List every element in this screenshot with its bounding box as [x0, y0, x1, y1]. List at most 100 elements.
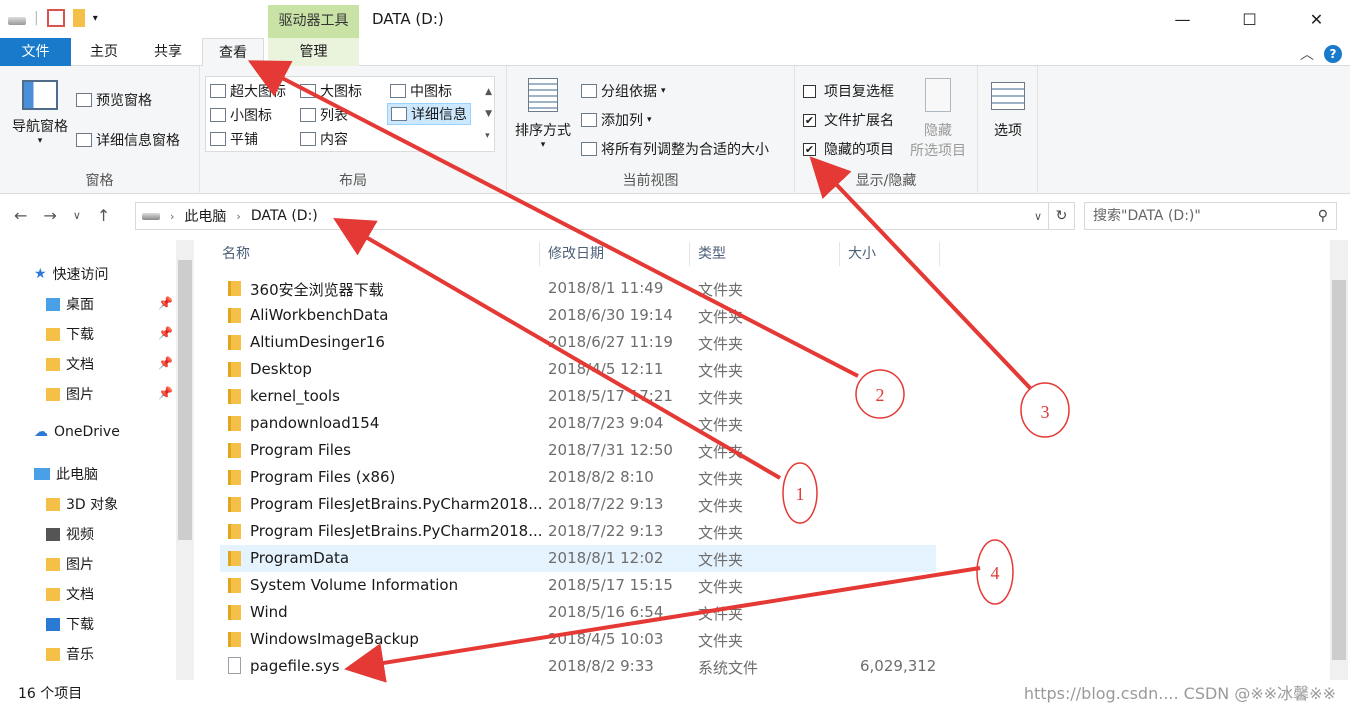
- table-row[interactable]: kernel_tools 2018/5/17 17:21 文件夹: [220, 383, 936, 410]
- pin-icon[interactable]: 📌: [158, 356, 173, 370]
- layout-content[interactable]: 内容: [300, 129, 348, 149]
- file-type: 文件夹: [698, 632, 744, 650]
- folder-icon: [228, 308, 241, 323]
- nav-pane-scrollbar[interactable]: [176, 240, 194, 680]
- file-list-scroll-thumb[interactable]: [1332, 280, 1346, 660]
- address-dropdown-icon[interactable]: ∨: [1034, 210, 1042, 223]
- tab-view[interactable]: 查看: [202, 38, 264, 67]
- nav-quick-documents[interactable]: 文档: [46, 354, 94, 374]
- layout-small-icons[interactable]: 小图标: [210, 105, 272, 125]
- nav-quick-access[interactable]: ★ 快速访问: [34, 264, 109, 284]
- layout-list[interactable]: 列表: [300, 105, 348, 125]
- tab-home[interactable]: 主页: [80, 38, 128, 66]
- maximize-button[interactable]: ☐: [1216, 0, 1283, 38]
- breadcrumb-drive[interactable]: DATA (D:): [251, 208, 318, 224]
- tab-share[interactable]: 共享: [144, 38, 192, 66]
- nav-pc-documents[interactable]: 文档: [46, 584, 94, 604]
- nav-quick-desktop[interactable]: 桌面: [46, 294, 94, 314]
- layout-details[interactable]: 详细信息: [387, 103, 471, 125]
- table-row[interactable]: pandownload154 2018/7/23 9:04 文件夹: [220, 410, 936, 437]
- nav-onedrive[interactable]: ☁ OneDrive: [34, 424, 120, 440]
- nav-pc-3d-objects[interactable]: 3D 对象: [46, 494, 118, 514]
- table-row[interactable]: AltiumDesinger16 2018/6/27 11:19 文件夹: [220, 329, 936, 356]
- group-by-button[interactable]: 分组依据 ▾: [581, 81, 666, 101]
- properties-icon[interactable]: [46, 9, 65, 27]
- options-button[interactable]: 选项: [984, 82, 1032, 140]
- back-icon[interactable]: ←: [14, 206, 27, 226]
- nav-this-pc[interactable]: 此电脑: [34, 464, 98, 484]
- help-icon[interactable]: ?: [1324, 45, 1342, 63]
- layout-extra-large-icons[interactable]: 超大图标: [210, 81, 286, 101]
- file-name: WindowsImageBackup: [250, 630, 419, 648]
- address-bar[interactable]: › 此电脑 › DATA (D:) ∨: [135, 202, 1049, 230]
- column-header-modified[interactable]: 修改日期: [544, 242, 690, 266]
- layout-large-icons[interactable]: 大图标: [300, 81, 362, 101]
- tab-file[interactable]: 文件: [0, 38, 71, 66]
- nav-pc-music[interactable]: 音乐: [46, 644, 94, 664]
- table-row[interactable]: Program FilesJetBrains.PyCharm2018... 201…: [220, 491, 936, 518]
- layout-tiles[interactable]: 平铺: [210, 129, 258, 149]
- file-list-scrollbar[interactable]: [1330, 240, 1348, 680]
- table-row[interactable]: pagefile.sys 2018/8/2 9:33 系统文件 6,029,312: [220, 653, 936, 680]
- table-row[interactable]: ProgramData 2018/8/1 12:02 文件夹: [220, 545, 936, 572]
- file-date: 2018/6/30 19:14: [548, 306, 673, 324]
- table-row[interactable]: System Volume Information 2018/5/17 15:15…: [220, 572, 936, 599]
- nav-quick-pictures[interactable]: 图片: [46, 384, 94, 404]
- table-row[interactable]: Program FilesJetBrains.PyCharm2018... 201…: [220, 518, 936, 545]
- minimize-button[interactable]: —: [1149, 0, 1216, 38]
- hide-selected-button[interactable]: 隐藏 所选项目: [905, 78, 971, 160]
- table-row[interactable]: 360安全浏览器下载 2018/8/1 11:49 文件夹: [220, 275, 936, 302]
- pin-icon[interactable]: 📌: [158, 326, 173, 340]
- pin-icon[interactable]: 📌: [158, 296, 173, 310]
- search-placeholder: 搜索"DATA (D:)": [1093, 208, 1201, 224]
- desktop-folder-icon: [46, 297, 60, 311]
- nav-pc-downloads[interactable]: 下载: [46, 614, 94, 634]
- table-row[interactable]: WindowsImageBackup 2018/4/5 10:03 文件夹: [220, 626, 936, 653]
- preview-pane-button[interactable]: 预览窗格: [76, 90, 152, 110]
- 3d-objects-icon: [46, 497, 60, 511]
- refresh-button[interactable]: ↻: [1049, 202, 1075, 230]
- breadcrumb-separator-icon[interactable]: ›: [170, 210, 174, 223]
- gallery-scroll-icon[interactable]: ▲ ▼ ▾: [485, 81, 492, 147]
- fit-columns-button[interactable]: 将所有列调整为合适的大小: [581, 139, 769, 159]
- search-input[interactable]: 搜索"DATA (D:)" ⚲: [1084, 202, 1337, 230]
- details-pane-button[interactable]: 详细信息窗格: [76, 130, 180, 150]
- recent-locations-icon[interactable]: ∨: [73, 206, 81, 226]
- nav-quick-downloads[interactable]: 下载: [46, 324, 94, 344]
- layout-medium-icons[interactable]: 中图标: [390, 81, 452, 101]
- hidden-items-toggle[interactable]: ✔ 隐藏的项目: [803, 139, 894, 159]
- nav-pc-videos[interactable]: 视频: [46, 524, 94, 544]
- search-icon[interactable]: ⚲: [1318, 203, 1328, 229]
- column-header-type[interactable]: 类型: [694, 242, 840, 266]
- column-header-size[interactable]: 大小: [844, 242, 940, 266]
- nav-pane-button[interactable]: 导航窗格 ▾: [8, 80, 72, 146]
- table-row[interactable]: Program Files (x86) 2018/8/2 8:10 文件夹: [220, 464, 936, 491]
- new-folder-icon[interactable]: [72, 9, 85, 27]
- tab-manage[interactable]: 管理: [268, 38, 359, 66]
- table-row[interactable]: AliWorkbenchData 2018/6/30 19:14 文件夹: [220, 302, 936, 329]
- file-extensions-toggle[interactable]: ✔ 文件扩展名: [803, 110, 894, 130]
- item-checkboxes-checkbox[interactable]: [803, 84, 816, 98]
- nav-pc-pictures[interactable]: 图片: [46, 554, 94, 574]
- table-row[interactable]: Wind 2018/5/16 6:54 文件夹: [220, 599, 936, 626]
- sort-by-button[interactable]: 排序方式 ▾: [513, 78, 573, 150]
- nav-pane-scroll-thumb[interactable]: [178, 260, 192, 540]
- nav-pane-dropdown-icon: ▾: [37, 136, 43, 146]
- ribbon-collapse-icon[interactable]: ︿: [1300, 44, 1314, 64]
- breadcrumb-this-pc[interactable]: 此电脑: [184, 206, 226, 226]
- close-button[interactable]: ✕: [1283, 0, 1350, 38]
- file-extensions-checkbox[interactable]: ✔: [803, 113, 816, 127]
- item-checkboxes-toggle[interactable]: 项目复选框: [803, 81, 894, 101]
- pin-icon[interactable]: 📌: [158, 386, 173, 400]
- hidden-items-checkbox[interactable]: ✔: [803, 142, 816, 156]
- up-icon[interactable]: ↑: [97, 206, 110, 226]
- forward-icon[interactable]: →: [43, 206, 56, 226]
- drive-icon[interactable]: [8, 17, 26, 25]
- breadcrumb-separator-icon[interactable]: ›: [236, 210, 240, 223]
- ribbon-view-panel: 导航窗格 ▾ 预览窗格 详细信息窗格 窗格 布局 超大图标 大图标 中图标 小图…: [0, 66, 1350, 194]
- qat-dropdown-icon[interactable]: ▾: [93, 13, 98, 24]
- column-header-name[interactable]: 名称: [218, 242, 540, 266]
- table-row[interactable]: Program Files 2018/7/31 12:50 文件夹: [220, 437, 936, 464]
- add-column-button[interactable]: 添加列 ▾: [581, 110, 652, 130]
- table-row[interactable]: Desktop 2018/4/5 12:11 文件夹: [220, 356, 936, 383]
